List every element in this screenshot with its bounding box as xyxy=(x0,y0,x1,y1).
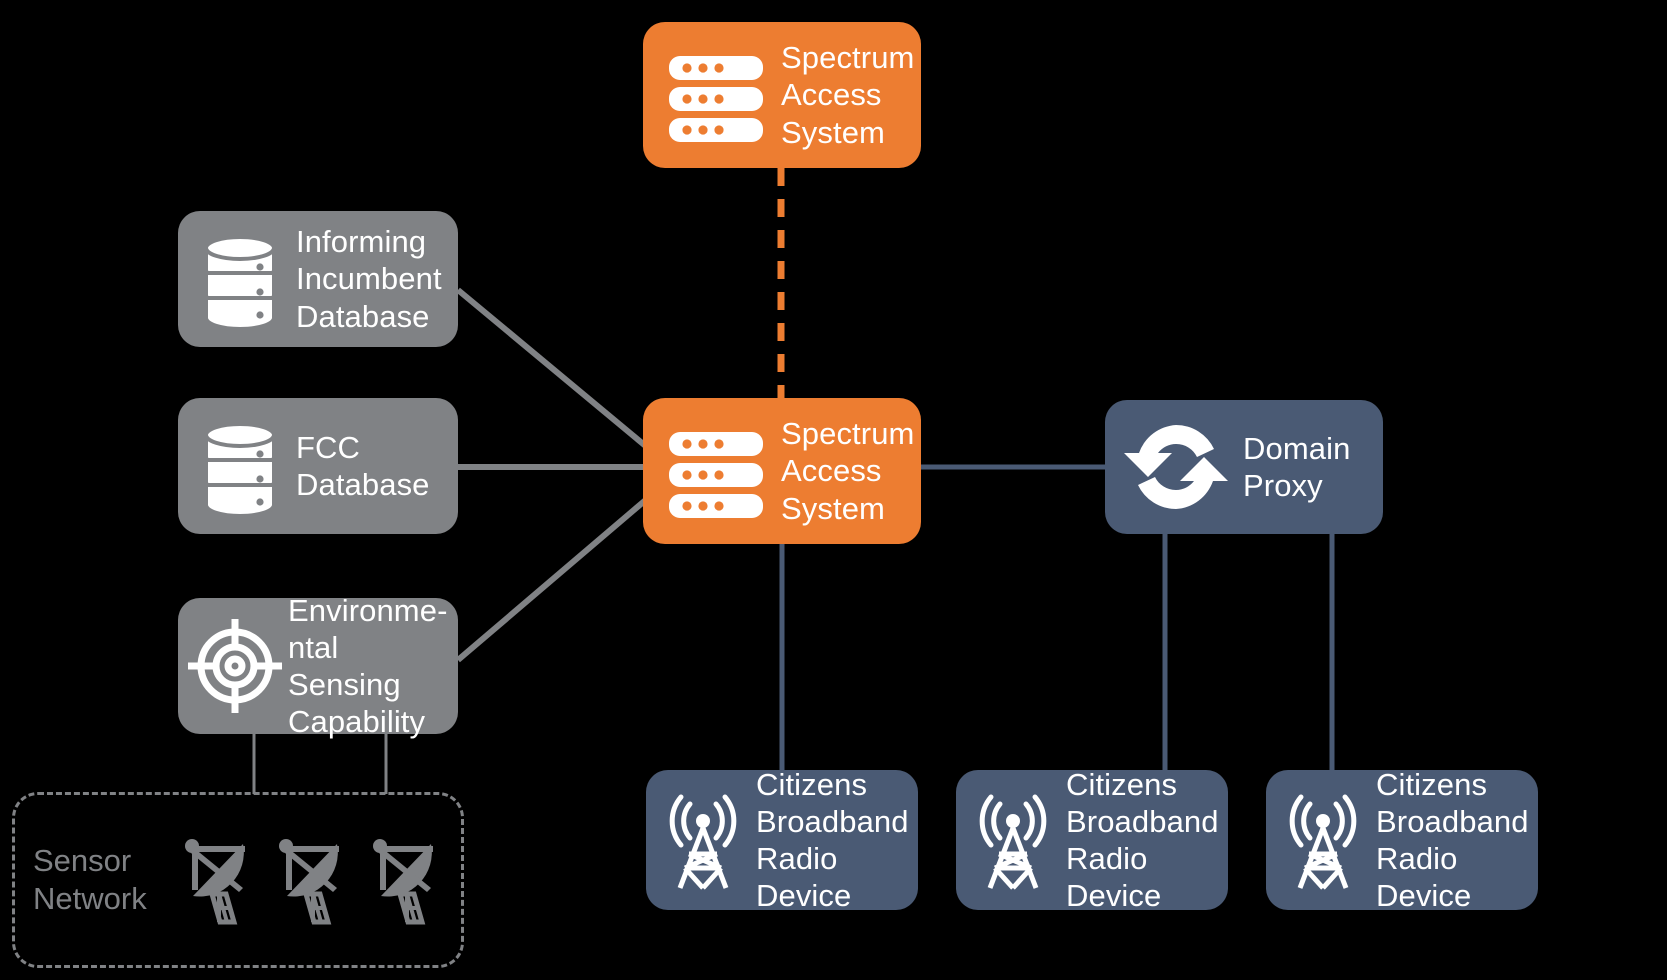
server-icon xyxy=(663,418,769,524)
satellite-dish-icon xyxy=(367,830,443,931)
satellite-dish-icon xyxy=(273,830,349,931)
satellite-dish-icon xyxy=(179,830,255,931)
group-sensor-network[interactable]: Sensor Network xyxy=(12,792,464,968)
radio-tower-icon xyxy=(1280,788,1366,892)
node-label: Domain Proxy xyxy=(1243,430,1351,503)
node-citizens-broadband-radio-device-3[interactable]: Citizens Broadband Radio Device xyxy=(1266,767,1538,913)
node-environmental-sensing-capability[interactable]: Environme- ntal Sensing Capability xyxy=(178,593,458,739)
node-citizens-broadband-radio-device-2[interactable]: Citizens Broadband Radio Device xyxy=(956,767,1228,913)
node-spectrum-access-system-main[interactable]: Spectrum Access System xyxy=(643,398,921,544)
radio-tower-icon xyxy=(970,788,1056,892)
node-label: Informing Incumbent Database xyxy=(296,224,442,334)
node-spectrum-access-system-top[interactable]: Spectrum Access System xyxy=(643,22,921,168)
edge-iid-to-sas xyxy=(456,287,650,451)
node-label: Citizens Broadband Radio Device xyxy=(1376,766,1529,914)
node-citizens-broadband-radio-device-1[interactable]: Citizens Broadband Radio Device xyxy=(646,767,918,913)
node-label: Spectrum Access System xyxy=(781,416,915,526)
crosshair-target-icon xyxy=(188,617,282,715)
database-icon xyxy=(192,413,288,519)
edge-esc-to-sas xyxy=(456,495,650,663)
server-icon xyxy=(663,42,769,148)
node-label: Citizens Broadband Radio Device xyxy=(1066,766,1219,914)
node-label: Spectrum Access System xyxy=(781,40,915,150)
database-icon xyxy=(192,226,288,332)
sensor-network-label: Sensor Network xyxy=(33,843,147,916)
radio-tower-icon xyxy=(660,788,746,892)
node-label: FCC Database xyxy=(296,429,430,502)
node-label: Citizens Broadband Radio Device xyxy=(756,766,909,914)
sensor-network-dishes xyxy=(179,830,443,931)
diagram-canvas: Spectrum Access System Spectrum Access S… xyxy=(0,0,1667,980)
sync-refresh-icon xyxy=(1121,415,1231,519)
node-label: Environme- ntal Sensing Capability xyxy=(288,592,448,740)
node-informing-incumbent-database[interactable]: Informing Incumbent Database xyxy=(178,211,458,347)
node-domain-proxy[interactable]: Domain Proxy xyxy=(1105,400,1383,534)
node-fcc-database[interactable]: FCC Database xyxy=(178,398,458,534)
